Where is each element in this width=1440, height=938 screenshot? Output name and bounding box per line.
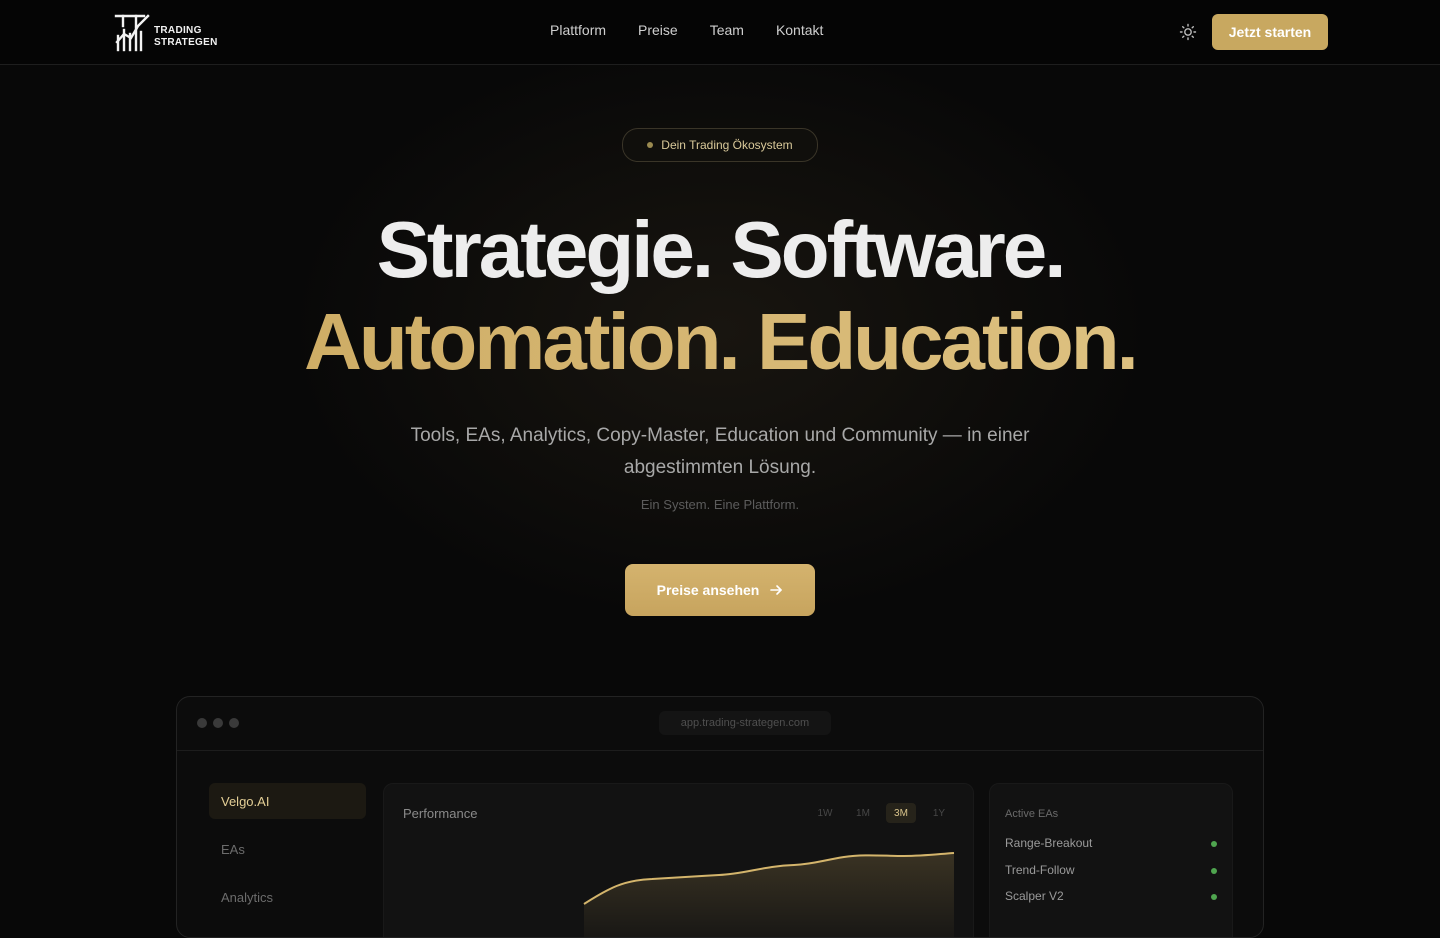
active-eas-title: Active EAs (1005, 808, 1059, 820)
badge-label: Dein Trading Ökosystem (661, 138, 793, 152)
sidebar-item-velgo-ai[interactable]: Velgo.AI (209, 783, 366, 819)
sidebar-item-analytics[interactable]: Analytics (209, 879, 366, 915)
start-now-button[interactable]: Jetzt starten (1212, 14, 1328, 50)
nav-link-preise[interactable]: Preise (638, 22, 678, 38)
arrow-right-icon (770, 585, 783, 595)
active-eas-panel: Active EAs Range-Breakout Trend-Follow S… (989, 783, 1233, 937)
performance-chart (583, 852, 955, 937)
window-dot-maximize (229, 718, 239, 728)
theme-toggle-button[interactable] (1178, 22, 1198, 42)
ea-name: Range-Breakout (1005, 836, 1093, 850)
logo-line-2: STRATEGEN (154, 37, 218, 48)
window-dot-minimize (213, 718, 223, 728)
ea-item-scalper-v2[interactable]: Scalper V2 (1005, 889, 1217, 905)
window-dot-close (197, 718, 207, 728)
nav-link-kontakt[interactable]: Kontakt (776, 22, 823, 38)
view-pricing-button[interactable]: Preise ansehen (625, 564, 815, 616)
status-dot-icon (1211, 841, 1217, 847)
performance-area (584, 853, 954, 937)
ea-name: Trend-Follow (1005, 863, 1075, 877)
ea-name: Scalper V2 (1005, 889, 1064, 903)
headline-line-2: Automation. Education. (0, 297, 1440, 387)
sun-icon (1179, 23, 1197, 41)
hero-tagline: Ein System. Eine Plattform. (640, 497, 800, 512)
ecosystem-badge: Dein Trading Ökosystem (622, 128, 818, 162)
status-dot-icon (1211, 894, 1217, 900)
logo-line-1: TRADING (154, 25, 202, 36)
performance-panel: Performance 1W 1M 3M 1Y (383, 783, 974, 937)
logo-icon (114, 14, 150, 52)
ea-item-range-breakout[interactable]: Range-Breakout (1005, 836, 1217, 852)
nav-link-plattform[interactable]: Plattform (550, 22, 606, 38)
headline-line-1: Strategie. Software. (376, 205, 1067, 294)
nav-link-team[interactable]: Team (710, 22, 744, 38)
logo[interactable]: TRADING STRATEGEN (114, 12, 218, 52)
view-pricing-label: Preise ansehen (656, 582, 760, 598)
url-bar: app.trading-strategen.com (659, 711, 831, 735)
ea-item-trend-follow[interactable]: Trend-Follow (1005, 863, 1217, 879)
badge-dot (647, 142, 654, 148)
main-nav: Plattform Preise Team Kontakt (550, 22, 823, 38)
site-header: TRADING STRATEGEN Plattform Preise Team … (0, 0, 1440, 65)
sidebar-item-eas[interactable]: EAs (209, 831, 366, 867)
status-dot-icon (1211, 868, 1217, 874)
window-titlebar: app.trading-strategen.com (177, 697, 1263, 751)
logo-text: TRADING STRATEGEN (154, 25, 218, 49)
hero-subtitle: Tools, EAs, Analytics, Copy-Master, Educ… (410, 425, 1030, 478)
app-preview-window: app.trading-strategen.com Velgo.AI EAs A… (176, 696, 1264, 938)
